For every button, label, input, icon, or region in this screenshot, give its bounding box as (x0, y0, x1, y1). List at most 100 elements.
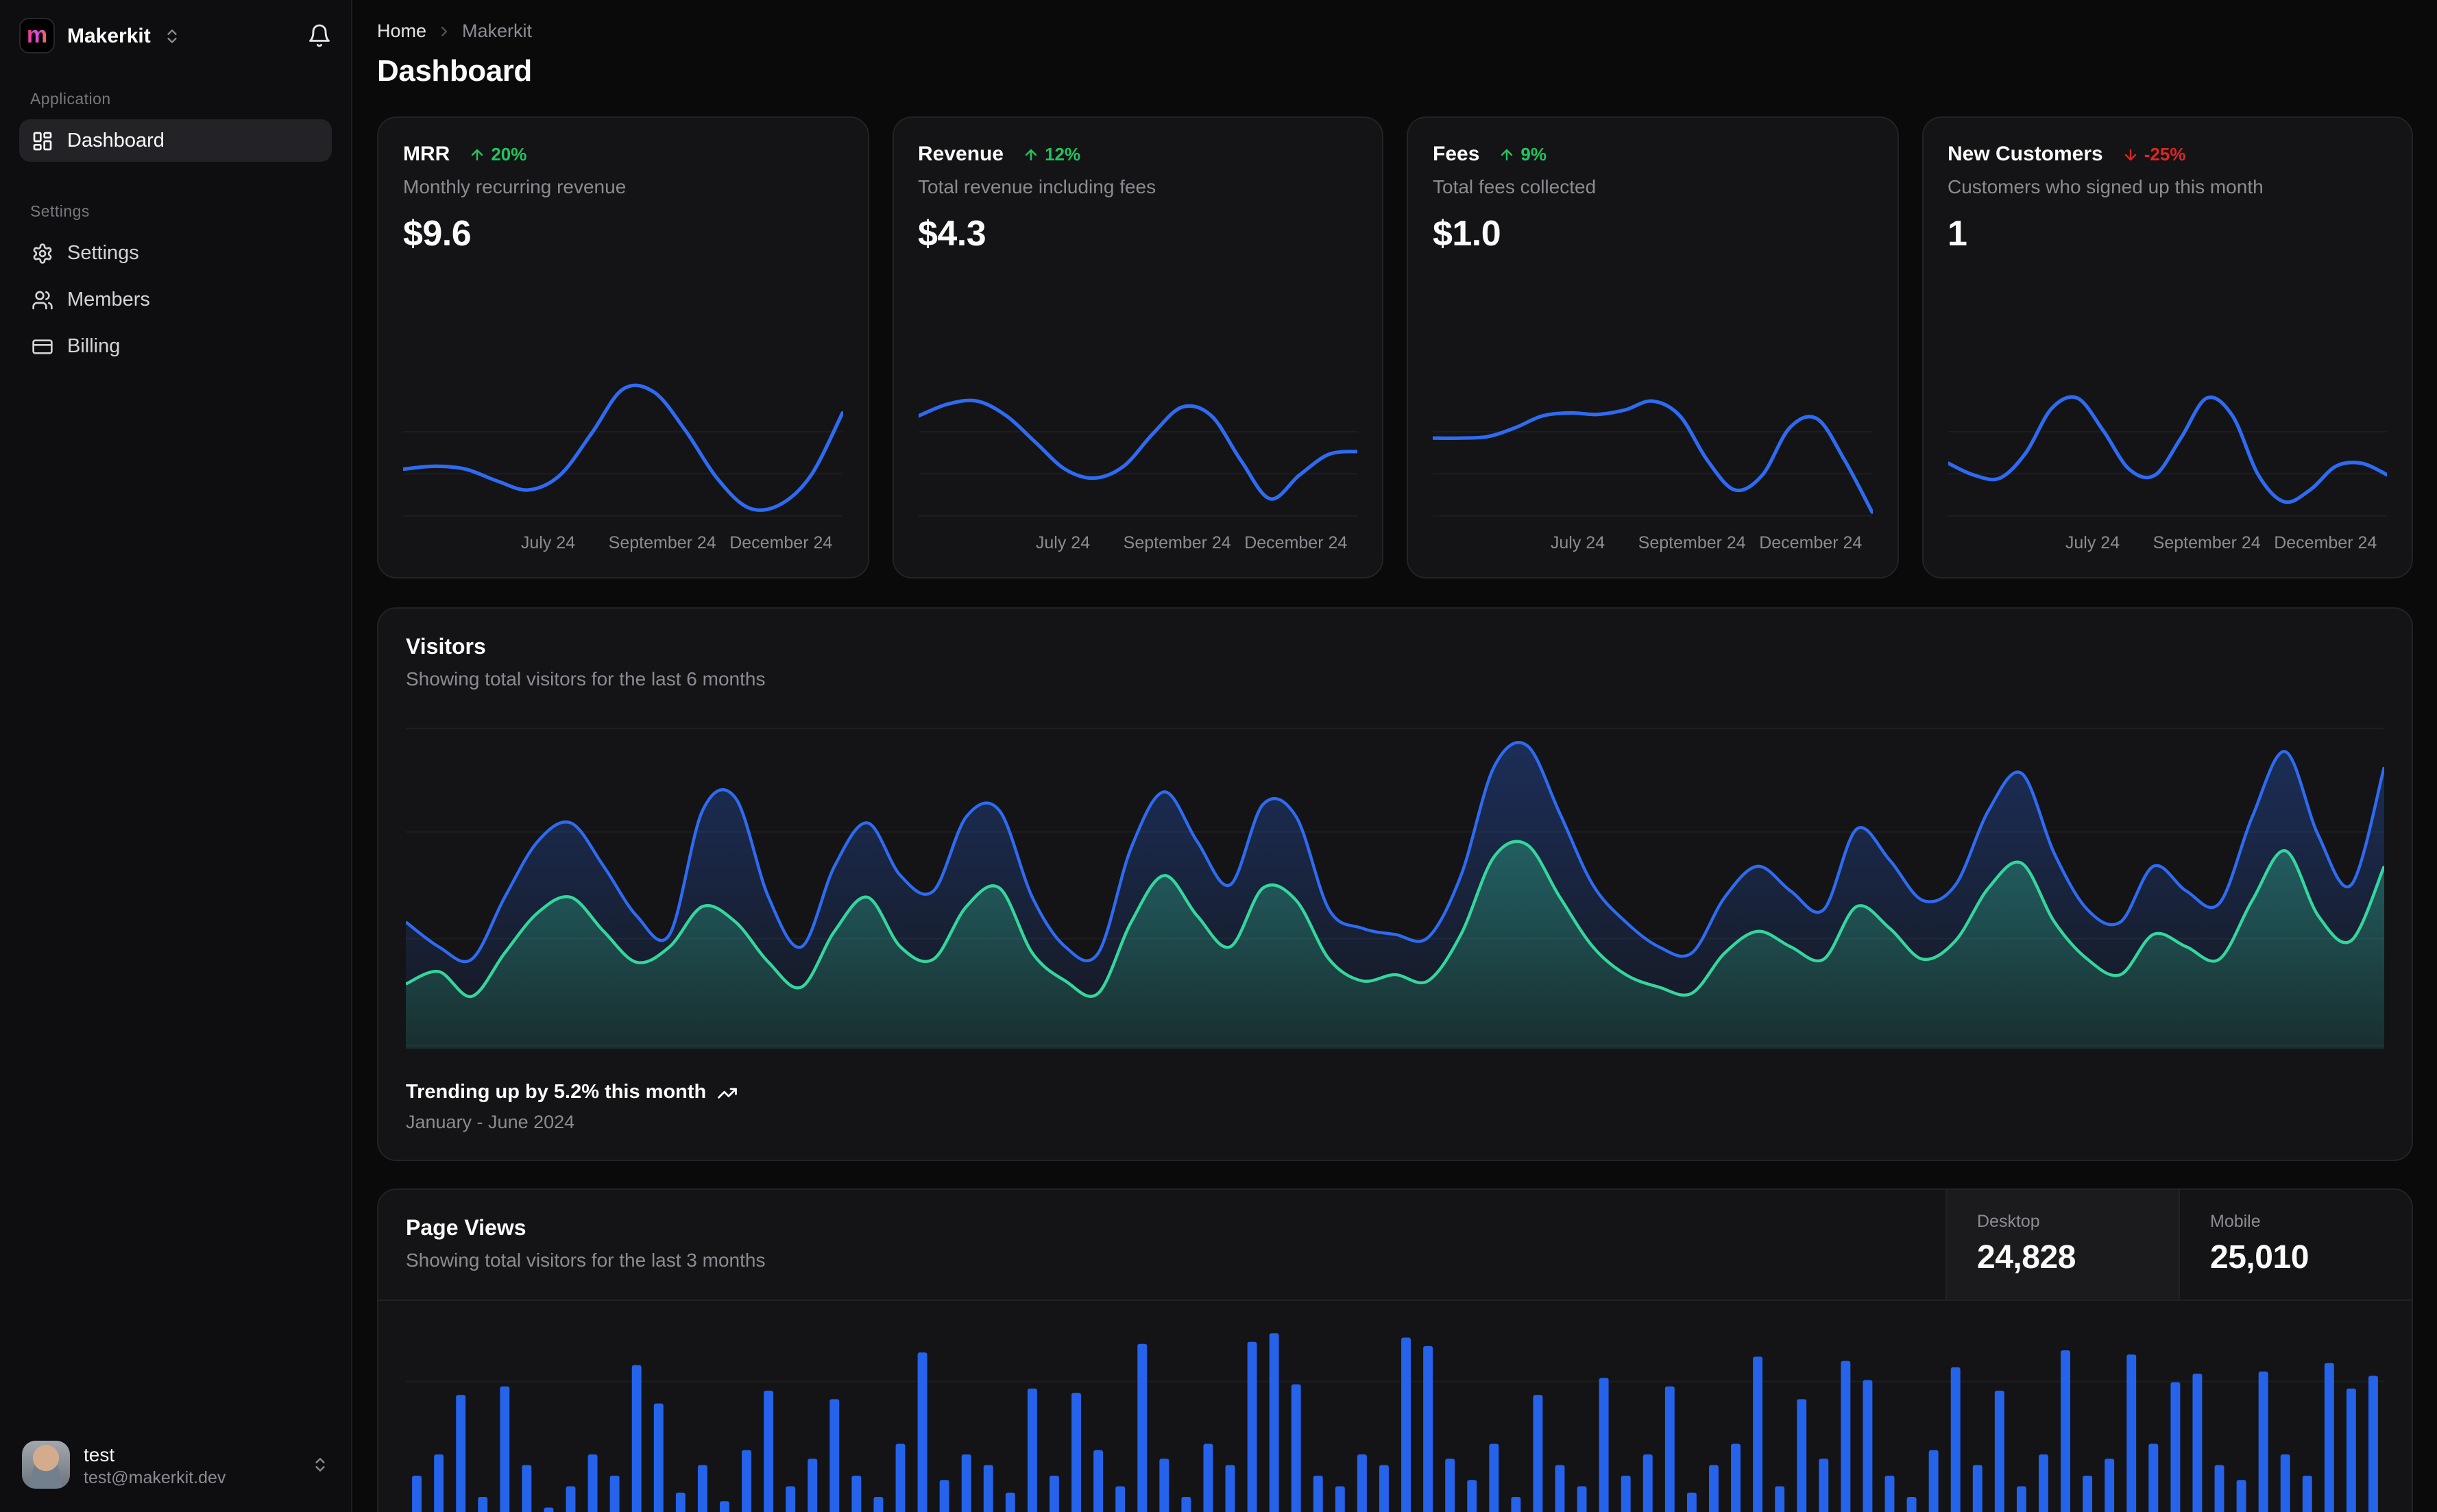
stat-value: $1.0 (1433, 212, 1501, 254)
x-tick-label: December 24 (1759, 533, 1863, 552)
page-views-bar-chart (406, 1320, 2384, 1512)
x-tick-label: December 24 (2274, 533, 2377, 552)
users-icon (32, 289, 53, 310)
arrow-up-icon (1501, 148, 1513, 160)
trend-value: 12% (1045, 144, 1081, 164)
stat-title: Revenue (918, 143, 1004, 166)
x-tick-label: September 24 (2153, 533, 2261, 552)
chevrons-up-down-icon (311, 1456, 329, 1474)
gear-icon (32, 242, 53, 264)
stats-row: MRR 20% Monthly recurring revenue $9.6 J… (377, 117, 2413, 578)
mobile-label: Mobile (2210, 1212, 2261, 1231)
stat-description: Total fees collected (1433, 175, 1597, 197)
logo-letter: m (26, 21, 48, 47)
stat-card-revenue: Revenue 12% Total revenue including fees… (892, 117, 1383, 578)
sidebar-item-dashboard[interactable]: Dashboard (19, 119, 332, 162)
new-customers-sparkline-chart (1948, 361, 2387, 522)
stat-title: New Customers (1948, 143, 2103, 166)
sidebar-item-settings[interactable]: Settings (19, 232, 332, 274)
app-window: m Makerkit Application Dashboard Setting… (0, 0, 2437, 1512)
x-tick-label: July 24 (520, 533, 576, 552)
chevrons-up-down-icon (163, 27, 181, 45)
sidebar-item-label: Billing (67, 335, 121, 357)
workspace-selector[interactable]: m Makerkit (19, 18, 332, 53)
x-tick-label: September 24 (1638, 533, 1746, 552)
sidebar-item-label: Members (67, 289, 150, 310)
mrr-sparkline-chart (403, 361, 842, 522)
stat-value: 1 (1948, 212, 1967, 254)
visitors-subtitle: Showing total visitors for the last 6 mo… (406, 668, 766, 690)
spark-x-axis: July 24 September 24 December 24 (403, 533, 842, 558)
stat-description: Customers who signed up this month (1948, 175, 2264, 197)
revenue-sparkline-chart (918, 361, 1357, 522)
layout-dashboard-icon (32, 130, 53, 151)
trend-badge: 20% (469, 144, 526, 164)
fees-sparkline-chart (1433, 361, 1872, 522)
x-tick-label: September 24 (1123, 533, 1231, 552)
page-title: Dashboard (377, 53, 532, 88)
desktop-value: 24,828 (1977, 1239, 2076, 1276)
trend-value: 20% (491, 144, 527, 164)
x-tick-label: December 24 (729, 533, 833, 552)
breadcrumb-current: Makerkit (462, 21, 533, 41)
nav-group-label: Settings (30, 204, 90, 221)
sidebar-item-label: Dashboard (67, 130, 165, 151)
stat-card-new-customers: New Customers -25% Customers who signed … (1921, 117, 2413, 578)
nav-group-application: Application Dashboard (19, 92, 332, 166)
spark-x-axis: July 24 September 24 December 24 (1948, 533, 2387, 558)
makerkit-logo[interactable]: m (19, 18, 55, 53)
stat-title: MRR (403, 143, 450, 166)
stat-title: Fees (1433, 143, 1480, 166)
trend-badge: -25% (2122, 144, 2186, 164)
user-menu[interactable]: test test@makerkit.dev (19, 1435, 332, 1494)
trend-value: -25% (2144, 144, 2186, 164)
visitors-footer: Trending up by 5.2% this month January -… (406, 1082, 2384, 1132)
page-views-header: Page Views Showing total visitors for th… (378, 1190, 2412, 1301)
x-tick-label: July 24 (2065, 533, 2120, 552)
arrow-down-icon (2124, 148, 2136, 160)
visitors-area-chart (406, 725, 2384, 1049)
mobile-value: 25,010 (2210, 1239, 2309, 1276)
user-avatar (22, 1441, 70, 1489)
bell-icon[interactable] (307, 23, 332, 48)
desktop-label: Desktop (1977, 1212, 2040, 1231)
visitors-card: Visitors Showing total visitors for the … (377, 607, 2413, 1161)
visitors-trend-text: Trending up by 5.2% this month (406, 1082, 707, 1103)
sidebar-item-members[interactable]: Members (19, 278, 332, 321)
user-name: test (84, 1443, 115, 1465)
trending-up-icon (717, 1082, 738, 1103)
stat-value: $4.3 (918, 212, 986, 254)
stat-description: Total revenue including fees (918, 175, 1156, 197)
credit-card-icon (32, 335, 53, 357)
x-tick-label: July 24 (1035, 533, 1091, 552)
user-email: test@makerkit.dev (84, 1467, 226, 1487)
trend-badge: 12% (1023, 144, 1080, 164)
trend-badge: 9% (1499, 144, 1547, 164)
stat-description: Monthly recurring revenue (403, 175, 627, 197)
spark-x-axis: July 24 September 24 December 24 (918, 533, 1357, 558)
arrow-up-icon (472, 148, 483, 160)
chevron-right-icon (436, 23, 452, 39)
sidebar: m Makerkit Application Dashboard Setting… (0, 0, 352, 1512)
page-views-subtitle: Showing total visitors for the last 3 mo… (406, 1249, 766, 1271)
breadcrumb: Home Makerkit (377, 21, 2413, 41)
stat-card-mrr: MRR 20% Monthly recurring revenue $9.6 J… (377, 117, 869, 578)
arrow-up-icon (1025, 148, 1037, 160)
workspace-name: Makerkit (67, 24, 151, 47)
visitors-title: Visitors (406, 636, 486, 659)
breadcrumb-home-link[interactable]: Home (377, 21, 426, 41)
stat-card-fees: Fees 9% Total fees collected $1.0 July 2… (1407, 117, 1898, 578)
visitors-date-range: January - June 2024 (406, 1112, 575, 1132)
toggle-mobile-series[interactable]: Mobile 25,010 (2179, 1190, 2412, 1300)
nav-group-label: Application (30, 92, 111, 108)
sidebar-item-label: Settings (67, 242, 139, 264)
sidebar-item-billing[interactable]: Billing (19, 325, 332, 367)
x-tick-label: September 24 (608, 533, 716, 552)
x-tick-label: December 24 (1244, 533, 1348, 552)
page-views-card: Page Views Showing total visitors for th… (377, 1188, 2413, 1512)
nav-group-settings: Settings Settings Members Billing (19, 204, 332, 371)
toggle-desktop-series[interactable]: Desktop 24,828 (1945, 1190, 2179, 1300)
x-tick-label: July 24 (1550, 533, 1605, 552)
main-content: Home Makerkit Dashboard MRR 20% Monthly … (352, 0, 2437, 1512)
page-views-title: Page Views (406, 1217, 526, 1241)
